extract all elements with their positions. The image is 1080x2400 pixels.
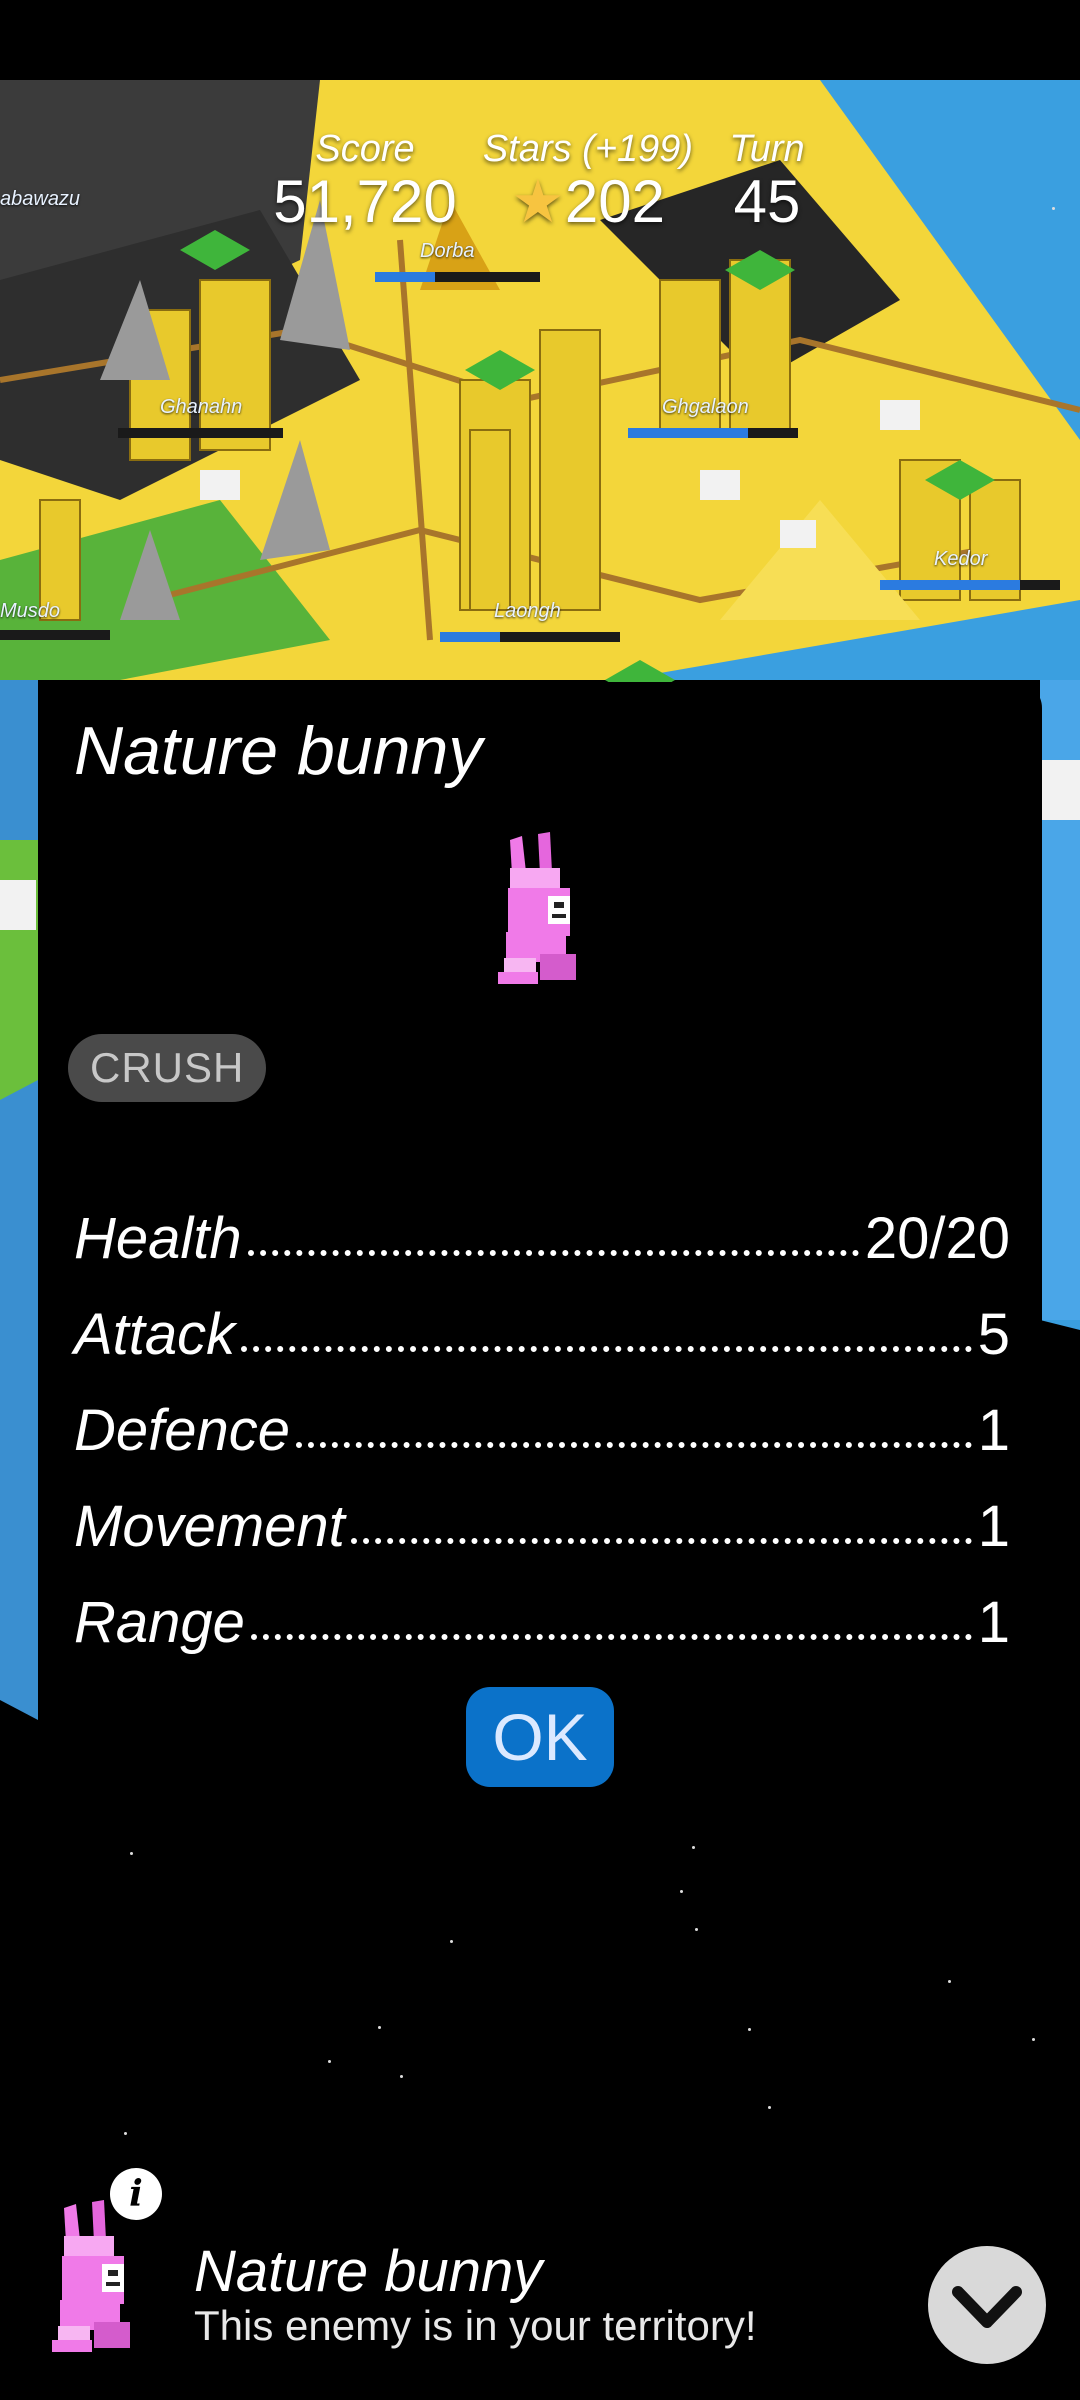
stat-name: Movement — [74, 1494, 345, 1559]
stat-row-health: Health 20/20 — [74, 1182, 1010, 1272]
city-label-laongh: Laongh — [494, 600, 561, 622]
stat-name: Attack — [74, 1302, 236, 1367]
score-label: Score — [315, 128, 415, 170]
star-icon: ★ — [511, 168, 565, 235]
dialog-title: Nature bunny — [74, 713, 483, 789]
city-label-ghanahn: Ghanahn — [160, 396, 243, 418]
stat-row-movement: Movement 1 — [74, 1470, 1010, 1560]
unit-info-dialog: Nature bunny CRUSH Health 20/20 Attack 5… — [38, 682, 1042, 1792]
collapse-button[interactable] — [928, 2246, 1046, 2364]
stat-value: 5 — [977, 1302, 1010, 1367]
stat-value: 1 — [977, 1494, 1010, 1559]
stat-name: Defence — [74, 1398, 291, 1463]
stat-leader-dots — [250, 1634, 972, 1640]
turn-label: Turn — [729, 128, 805, 170]
turn-panel: Turn 45 — [712, 128, 822, 236]
stat-value: 20/20 — [864, 1206, 1010, 1271]
score-panel: Score 51,720 — [270, 128, 460, 236]
stat-row-defence: Defence 1 — [74, 1374, 1010, 1464]
stat-leader-dots — [350, 1538, 972, 1544]
top-hud: Score 51,720 Stars (+199) ★202 Turn 45 — [0, 128, 1080, 248]
stars-value: 202 — [564, 168, 665, 235]
score-value: 51,720 — [273, 168, 457, 235]
stars-panel: Stars (+199) ★202 — [478, 128, 698, 237]
chevron-down-icon — [952, 2286, 1022, 2328]
city-label-ghgalaon: Ghgalaon — [662, 396, 749, 418]
city-label-kedor: Kedor — [934, 548, 988, 570]
stat-row-attack: Attack 5 — [74, 1278, 1010, 1368]
stat-leader-dots — [247, 1250, 859, 1256]
city-label-musdo: Musdo — [0, 600, 61, 622]
stat-name: Health — [74, 1206, 242, 1271]
stat-name: Range — [74, 1590, 245, 1655]
nature-bunny-notification-icon[interactable] — [52, 2200, 152, 2360]
notification-title: Nature bunny — [194, 2239, 543, 2304]
stat-row-range: Range 1 — [74, 1566, 1010, 1656]
stat-leader-dots — [241, 1346, 972, 1352]
stars-label: Stars (+199) — [482, 128, 694, 170]
turn-value: 45 — [733, 168, 801, 235]
ok-button[interactable]: OK — [466, 1687, 614, 1787]
info-icon[interactable]: i — [110, 2168, 162, 2220]
nature-bunny-icon — [498, 832, 576, 984]
skill-badge-crush: CRUSH — [68, 1034, 267, 1102]
stat-value: 1 — [977, 1398, 1010, 1463]
stat-leader-dots — [296, 1442, 972, 1448]
stat-value: 1 — [977, 1590, 1010, 1655]
notification-subtitle: This enemy is in your territory! — [194, 2302, 757, 2349]
